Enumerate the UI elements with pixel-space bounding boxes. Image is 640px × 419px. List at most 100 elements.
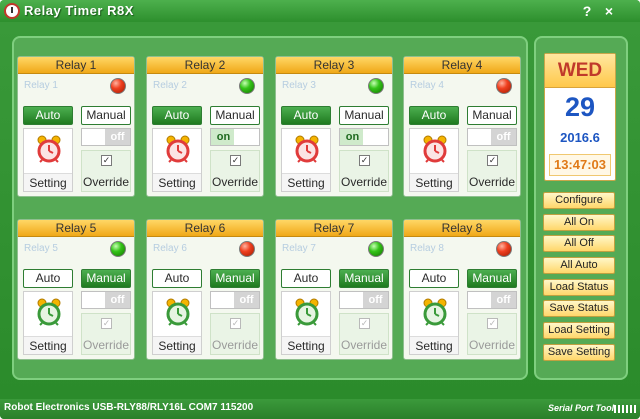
auto-button[interactable]: Auto <box>409 106 459 125</box>
side-button-all-on[interactable]: All On <box>543 214 615 231</box>
auto-button[interactable]: Auto <box>409 269 459 288</box>
side-button-configure[interactable]: Configure <box>543 192 615 209</box>
setting-label: Setting <box>282 336 330 354</box>
override-label: Override <box>82 175 129 189</box>
status-led-icon <box>110 78 126 94</box>
toggle-off-label: off <box>363 292 388 308</box>
manual-button[interactable]: Manual <box>81 106 131 125</box>
relay-name: Relay 8 <box>410 243 444 254</box>
time-display: 13:47:03 <box>549 154 611 176</box>
relay-header: Relay 2 <box>147 57 263 74</box>
alarm-clock-icon <box>294 135 320 163</box>
override-checkbox[interactable]: ✓ <box>359 318 370 329</box>
relay-header: Relay 8 <box>404 220 520 237</box>
auto-button[interactable]: Auto <box>152 106 202 125</box>
alarm-clock-icon <box>36 135 62 163</box>
help-button[interactable]: ? <box>578 2 596 20</box>
auto-button[interactable]: Auto <box>281 269 331 288</box>
day-label: WED <box>545 54 615 88</box>
setting-button[interactable]: Setting <box>281 291 331 355</box>
status-led-icon <box>368 241 384 257</box>
on-off-toggle[interactable]: on off <box>81 128 131 146</box>
auto-button[interactable]: Auto <box>152 269 202 288</box>
setting-label: Setting <box>410 173 458 191</box>
manual-button[interactable]: Manual <box>467 269 517 288</box>
relay-card-5: Relay 5 Relay 5 Auto Manual on off Setti… <box>17 219 135 360</box>
manual-button[interactable]: Manual <box>339 106 389 125</box>
setting-label: Setting <box>282 173 330 191</box>
override-checkbox[interactable]: ✓ <box>230 155 241 166</box>
relay-name: Relay 4 <box>410 80 444 91</box>
override-checkbox[interactable]: ✓ <box>101 318 112 329</box>
relay-name: Relay 7 <box>282 243 316 254</box>
override-label: Override <box>340 338 387 352</box>
setting-button[interactable]: Setting <box>152 128 202 192</box>
toggle-off-label: off <box>234 292 259 308</box>
manual-button[interactable]: Manual <box>210 106 260 125</box>
close-button[interactable]: × <box>600 2 618 20</box>
relay-card-8: Relay 8 Relay 8 Auto Manual on off Setti… <box>403 219 521 360</box>
toggle-on-label: on <box>82 129 107 145</box>
on-off-toggle[interactable]: on off <box>81 291 131 309</box>
side-button-load-status[interactable]: Load Status <box>543 279 615 296</box>
toggle-on-label: on <box>211 292 236 308</box>
setting-button[interactable]: Setting <box>23 128 73 192</box>
manual-button[interactable]: Manual <box>210 269 260 288</box>
override-checkbox[interactable]: ✓ <box>101 155 112 166</box>
override-checkbox[interactable]: ✓ <box>230 318 241 329</box>
override-checkbox[interactable]: ✓ <box>487 318 498 329</box>
manual-button[interactable]: Manual <box>339 269 389 288</box>
manual-button[interactable]: Manual <box>81 269 131 288</box>
toggle-off-label: off <box>105 129 130 145</box>
relay-card-1: Relay 1 Relay 1 Auto Manual on off Setti… <box>17 56 135 197</box>
toggle-on-label: on <box>340 292 365 308</box>
override-checkbox[interactable]: ✓ <box>359 155 370 166</box>
alarm-clock-icon <box>422 135 448 163</box>
auto-button[interactable]: Auto <box>23 106 73 125</box>
setting-button[interactable]: Setting <box>23 291 73 355</box>
on-off-toggle[interactable]: on off <box>339 291 389 309</box>
toggle-off-label: off <box>491 292 516 308</box>
relay-header: Relay 5 <box>18 220 134 237</box>
side-button-all-auto[interactable]: All Auto <box>543 257 615 274</box>
toggle-on-label: on <box>82 292 107 308</box>
setting-button[interactable]: Setting <box>409 291 459 355</box>
status-led-icon <box>110 241 126 257</box>
relay-header: Relay 3 <box>276 57 392 74</box>
on-off-toggle[interactable]: on off <box>467 128 517 146</box>
setting-button[interactable]: Setting <box>409 128 459 192</box>
override-control: ✓ Override <box>210 313 260 355</box>
alarm-clock-icon <box>36 298 62 326</box>
on-off-toggle[interactable]: on off <box>210 128 260 146</box>
override-control: ✓ Override <box>467 313 517 355</box>
setting-label: Setting <box>153 173 201 191</box>
override-label: Override <box>82 338 129 352</box>
status-led-icon <box>496 241 512 257</box>
override-checkbox[interactable]: ✓ <box>487 155 498 166</box>
status-led-icon <box>368 78 384 94</box>
on-off-toggle[interactable]: on off <box>339 128 389 146</box>
auto-button[interactable]: Auto <box>281 106 331 125</box>
side-button-load-setting[interactable]: Load Setting <box>543 322 615 339</box>
toggle-on-label: on <box>340 129 365 145</box>
title-bar[interactable]: Relay Timer R8X ? × <box>0 0 640 22</box>
setting-label: Setting <box>410 336 458 354</box>
toggle-off-label: off <box>491 129 516 145</box>
date-display: WED 29 2016.6 13:47:03 <box>544 53 616 181</box>
override-label: Override <box>340 175 387 189</box>
relay-header: Relay 4 <box>404 57 520 74</box>
setting-button[interactable]: Setting <box>281 128 331 192</box>
manual-button[interactable]: Manual <box>467 106 517 125</box>
auto-button[interactable]: Auto <box>23 269 73 288</box>
side-button-save-setting[interactable]: Save Setting <box>543 344 615 361</box>
side-button-all-off[interactable]: All Off <box>543 235 615 252</box>
on-off-toggle[interactable]: on off <box>467 291 517 309</box>
relay-name: Relay 6 <box>153 243 187 254</box>
relay-header: Relay 1 <box>18 57 134 74</box>
setting-button[interactable]: Setting <box>152 291 202 355</box>
override-control: ✓ Override <box>81 313 131 355</box>
on-off-toggle[interactable]: on off <box>210 291 260 309</box>
toggle-on-label: on <box>468 292 493 308</box>
side-button-save-status[interactable]: Save Status <box>543 300 615 317</box>
status-bar: Robot Electronics USB-RLY88/RLY16L COM7 … <box>0 399 640 419</box>
